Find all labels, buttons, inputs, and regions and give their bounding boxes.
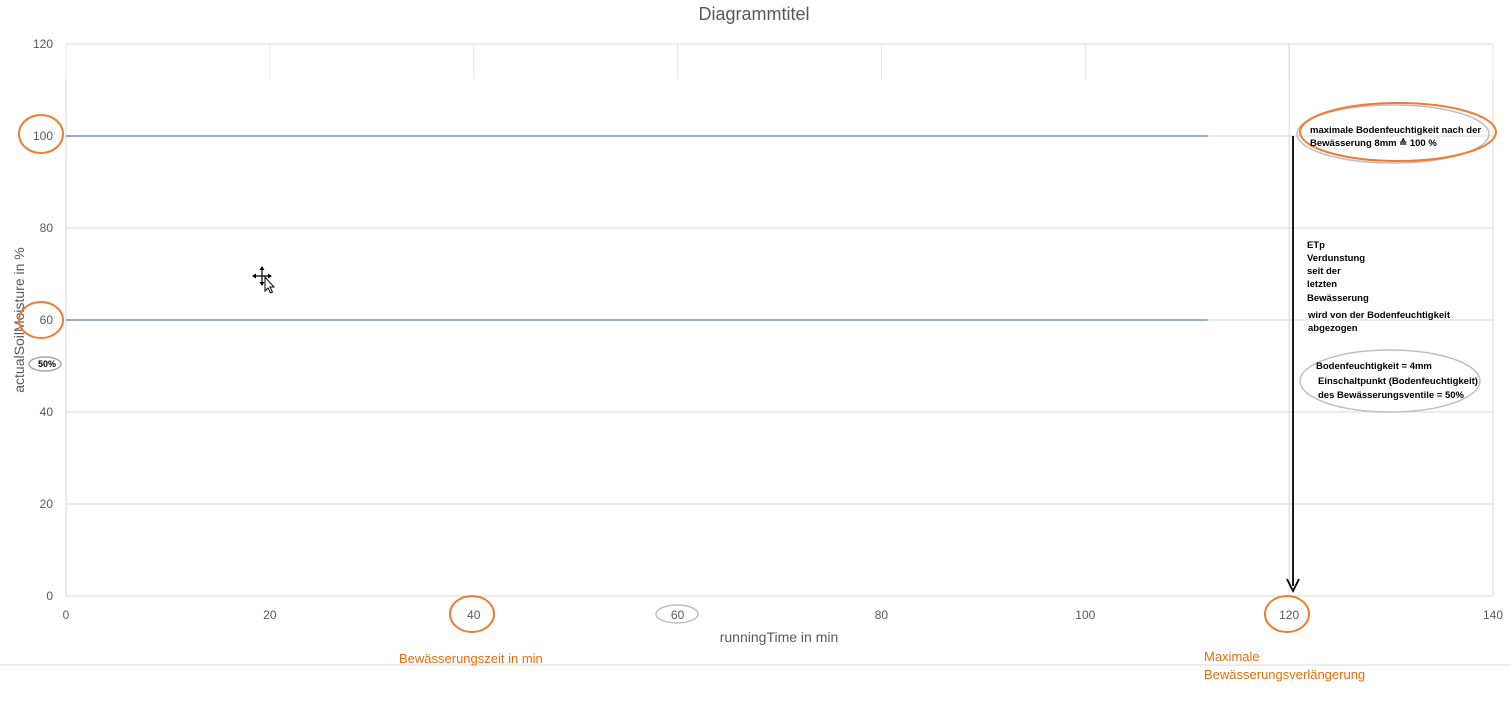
max-extension-label-line2: Bewässerungsverlängerung — [1204, 667, 1365, 682]
y-tick-label: 20 — [40, 497, 54, 511]
tick-labels: 0 20 40 60 80 100 120 0 20 40 60 80 100 120 140 — [33, 37, 1503, 622]
move-cursor-icon — [252, 266, 276, 294]
etp-note-line2: Verdunstung — [1307, 253, 1365, 264]
switch-point-note-line1: Bodenfeuchtigkeit = 4mm — [1316, 361, 1432, 372]
etp-note-line4: letzten — [1307, 279, 1337, 290]
x-tick-label: 0 — [63, 608, 70, 622]
etp-note-line1: ETp — [1307, 240, 1325, 251]
x-tick-label: 100 — [1075, 608, 1095, 622]
etp-note-line3: seit der — [1307, 266, 1341, 277]
y-tick-label: 120 — [33, 37, 53, 51]
max-moisture-note-line2: Bewässerung 8mm ≙ 100 % — [1310, 137, 1437, 149]
y-tick-label: 60 — [40, 313, 54, 327]
y-tick-label: 80 — [40, 221, 54, 235]
max-moisture-note-line1: maximale Bodenfeuchtigkeit nach der — [1310, 125, 1481, 136]
x-tick-label: 80 — [875, 608, 889, 622]
deduct-note-line1: wird von der Bodenfeuchtigkeit — [1307, 310, 1451, 321]
chart-title: Diagrammtitel — [698, 4, 809, 24]
irrigation-time-label: Bewässerungszeit in min — [399, 651, 543, 666]
x-tick-label: 40 — [467, 608, 481, 622]
x-tick-label: 20 — [263, 608, 277, 622]
y-tick-label: 40 — [40, 405, 54, 419]
max-extension-label-line1: Maximale — [1204, 649, 1260, 664]
badge-50: 50% — [38, 359, 56, 369]
chart: 0 20 40 60 80 100 120 0 20 40 60 80 100 120 140 Diagra… — [0, 4, 1511, 682]
switch-point-note-line2: Einschaltpunkt (Bodenfeuchtigkeit) — [1318, 376, 1478, 387]
etp-note-line5: Bewässerung — [1307, 293, 1369, 304]
deduct-note-line2: abgezogen — [1308, 323, 1358, 334]
x-tick-label: 140 — [1483, 608, 1503, 622]
x-tick-label: 120 — [1279, 608, 1299, 622]
switch-point-note-line3: des Bewässerungsventile = 50% — [1318, 390, 1465, 401]
x-axis-label: runningTime in min — [720, 629, 839, 645]
grid — [0, 43, 1511, 666]
x-tick-label: 60 — [671, 608, 685, 622]
y-tick-label: 0 — [46, 589, 53, 603]
y-tick-label: 100 — [33, 129, 53, 143]
